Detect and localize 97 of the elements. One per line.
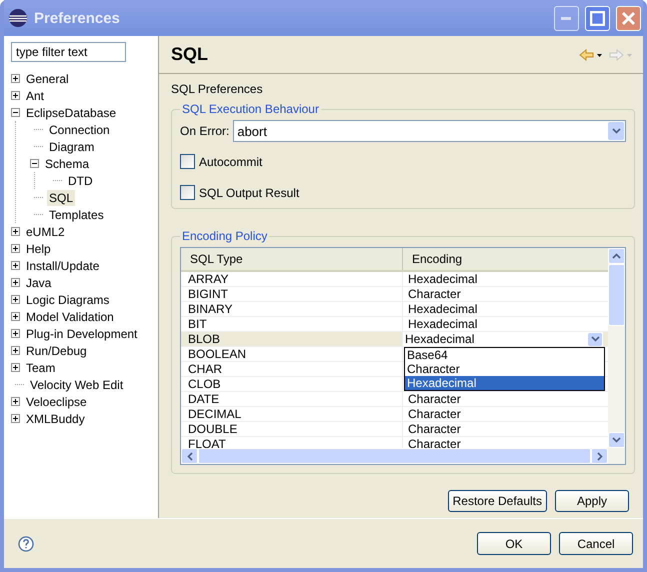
table-cell-text: Character <box>407 407 462 421</box>
dialog-button[interactable]: Cancel <box>559 532 633 555</box>
tree-item[interactable]: Java <box>24 274 54 290</box>
page-description: SQL Preferences <box>171 82 264 96</box>
close-button[interactable] <box>616 6 641 30</box>
horizontal-scrollbar[interactable] <box>181 448 608 464</box>
scroll-left-icon <box>186 452 192 460</box>
dropdown-option[interactable]: Hexadecimal <box>405 376 604 390</box>
tree-item[interactable]: Model Validation <box>24 308 116 324</box>
table-cell: BINARY <box>181 302 403 316</box>
column-header[interactable]: Encoding <box>403 248 605 270</box>
group-title: SQL Execution Behaviour <box>181 102 320 116</box>
tree-item[interactable]: Help <box>24 240 53 256</box>
expand-icon[interactable] <box>11 261 20 270</box>
table-cell: BOOLEAN <box>181 347 403 361</box>
table-cell-text: Character <box>407 437 462 448</box>
expand-icon[interactable] <box>11 329 20 338</box>
page-button[interactable]: Restore Defaults <box>448 490 547 512</box>
tree-item[interactable]: EclipseDatabase <box>24 104 118 120</box>
page-button[interactable]: Apply <box>555 490 629 512</box>
checkbox[interactable] <box>180 154 195 169</box>
table-row[interactable]: BLOB Hexadecimal <box>181 332 608 347</box>
expand-icon[interactable] <box>11 312 20 321</box>
tree-item[interactable]: Logic Diagrams <box>24 292 112 308</box>
scroll-right-icon <box>596 452 602 460</box>
forward-arrow-icon <box>609 48 633 60</box>
table-cell-text: Character <box>407 422 462 436</box>
tree-item[interactable]: Team <box>24 360 58 376</box>
checkbox[interactable] <box>180 185 195 200</box>
tree-item[interactable]: Veloeclipse <box>24 394 89 410</box>
table-cell-text: Character <box>407 287 462 301</box>
expand-icon[interactable] <box>11 397 20 406</box>
table-row[interactable]: BIT Hexadecimal <box>181 317 608 332</box>
filter-field[interactable]: type filter text <box>11 42 126 62</box>
window-title: Preferences <box>34 10 121 26</box>
field-label: On Error: <box>180 124 230 138</box>
column-header[interactable]: SQL Type <box>181 248 403 270</box>
dialog-button[interactable]: OK <box>477 532 551 555</box>
expand-icon[interactable] <box>11 414 20 423</box>
help-icon[interactable] <box>18 536 34 552</box>
table-cell: DATE <box>181 392 403 406</box>
expand-icon[interactable] <box>11 278 20 287</box>
encoding-dropdown[interactable]: Hexadecimal <box>403 332 603 346</box>
table-cell-text: Hexadecimal <box>407 302 478 316</box>
table-row[interactable]: ARRAY Hexadecimal <box>181 272 608 287</box>
tree-item[interactable]: Install/Update <box>24 258 102 274</box>
close-icon <box>621 10 636 26</box>
tree-item[interactable]: Templates <box>47 206 106 222</box>
expand-icon[interactable] <box>11 295 20 304</box>
back-arrow-icon[interactable] <box>579 48 603 60</box>
table-row[interactable]: DATE Character <box>181 392 608 407</box>
tree-item[interactable]: Schema <box>43 156 92 172</box>
collapse-icon[interactable] <box>11 108 20 117</box>
table-row[interactable]: DOUBLE Character <box>181 422 608 437</box>
tree-item[interactable]: XMLBuddy <box>24 410 87 426</box>
checkbox-label: Autocommit <box>199 154 262 168</box>
table-cell: BIT <box>181 317 403 331</box>
tree-item[interactable]: eUML2 <box>24 224 67 240</box>
scroll-down-icon <box>612 437 621 443</box>
maximize-button[interactable] <box>585 6 610 30</box>
table-row[interactable]: BIGINT Character <box>181 287 608 302</box>
table-cell-text: Hexadecimal <box>407 272 478 286</box>
table-cell: DOUBLE <box>181 422 403 436</box>
table-cell: ARRAY <box>181 272 403 286</box>
expand-icon[interactable] <box>11 227 20 236</box>
tree-item[interactable]: Plug-in Development <box>24 326 140 342</box>
scroll-up-icon <box>612 253 621 259</box>
table-row[interactable]: BINARY Hexadecimal <box>181 302 608 317</box>
expand-icon[interactable] <box>11 74 20 83</box>
expand-icon[interactable] <box>11 346 20 355</box>
tree-item[interactable]: Connection <box>47 122 112 138</box>
tree-item[interactable]: Diagram <box>47 138 96 154</box>
expand-icon[interactable] <box>11 91 20 100</box>
vertical-scrollbar[interactable] <box>608 248 625 464</box>
tree-item[interactable]: Ant <box>24 88 46 104</box>
table-cell: DECIMAL <box>181 407 403 421</box>
collapse-icon[interactable] <box>30 159 39 168</box>
on-error-dropdown[interactable]: abort <box>233 120 626 142</box>
expand-icon[interactable] <box>11 363 20 372</box>
table-cell: CHAR <box>181 362 403 376</box>
table-cell-text: Hexadecimal <box>407 317 478 331</box>
minimize-icon <box>561 16 572 20</box>
table-cell: CLOB <box>181 377 403 391</box>
table-row[interactable]: DECIMAL Character <box>181 407 608 422</box>
tree-item[interactable]: General <box>24 70 71 86</box>
app-logo-icon <box>8 8 28 28</box>
tree-item[interactable]: Run/Debug <box>24 342 89 358</box>
expand-icon[interactable] <box>11 244 20 253</box>
maximize-icon <box>590 10 605 26</box>
tree-item[interactable]: Velocity Web Edit <box>28 376 126 392</box>
page-title: SQL <box>171 44 210 65</box>
table-cell: BIGINT <box>181 287 403 301</box>
tree-item[interactable]: SQL <box>47 190 76 206</box>
tree-item[interactable]: DTD <box>66 172 95 188</box>
group-title: Encoding Policy <box>181 229 268 243</box>
checkbox-label: SQL Output Result <box>199 186 300 200</box>
table-cell-text: Character <box>407 392 462 406</box>
